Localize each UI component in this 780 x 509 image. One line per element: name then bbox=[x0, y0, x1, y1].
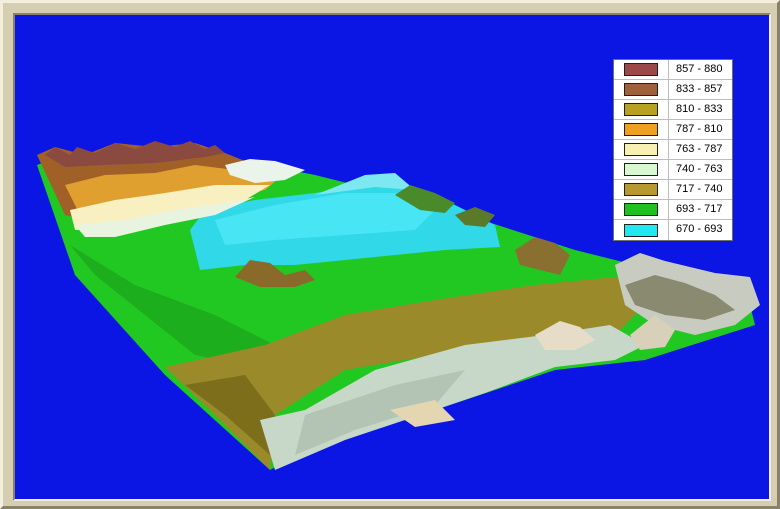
legend-swatch bbox=[624, 123, 658, 136]
legend-label: 717 - 740 bbox=[676, 183, 723, 195]
legend-entry: 857 - 880 bbox=[614, 60, 732, 80]
legend-entry: 693 - 717 bbox=[614, 200, 732, 220]
legend-swatch bbox=[624, 143, 658, 156]
legend-swatch bbox=[624, 83, 658, 96]
legend-label: 787 - 810 bbox=[676, 123, 723, 135]
legend-swatch bbox=[624, 203, 658, 216]
window-frame: 857 - 880 833 - 857 810 - 833 787 - 810 … bbox=[0, 0, 780, 509]
legend-label: 857 - 880 bbox=[676, 63, 723, 75]
legend-swatch bbox=[624, 183, 658, 196]
legend-swatch bbox=[624, 103, 658, 116]
legend-label: 810 - 833 bbox=[676, 103, 723, 115]
elevation-legend: 857 - 880 833 - 857 810 - 833 787 - 810 … bbox=[613, 59, 733, 241]
legend-entry: 763 - 787 bbox=[614, 140, 732, 160]
terrain-viewport[interactable]: 857 - 880 833 - 857 810 - 833 787 - 810 … bbox=[13, 13, 771, 501]
legend-entry: 717 - 740 bbox=[614, 180, 732, 200]
legend-label: 670 - 693 bbox=[676, 223, 723, 235]
legend-entry: 740 - 763 bbox=[614, 160, 732, 180]
legend-entry: 670 - 693 bbox=[614, 220, 732, 240]
legend-entry: 810 - 833 bbox=[614, 100, 732, 120]
legend-entry: 833 - 857 bbox=[614, 80, 732, 100]
legend-swatch bbox=[624, 63, 658, 76]
legend-swatch bbox=[624, 163, 658, 176]
legend-label: 763 - 787 bbox=[676, 143, 723, 155]
legend-swatch bbox=[624, 223, 658, 237]
legend-label: 693 - 717 bbox=[676, 203, 723, 215]
legend-label: 740 - 763 bbox=[676, 163, 723, 175]
legend-label: 833 - 857 bbox=[676, 83, 723, 95]
legend-entry: 787 - 810 bbox=[614, 120, 732, 140]
